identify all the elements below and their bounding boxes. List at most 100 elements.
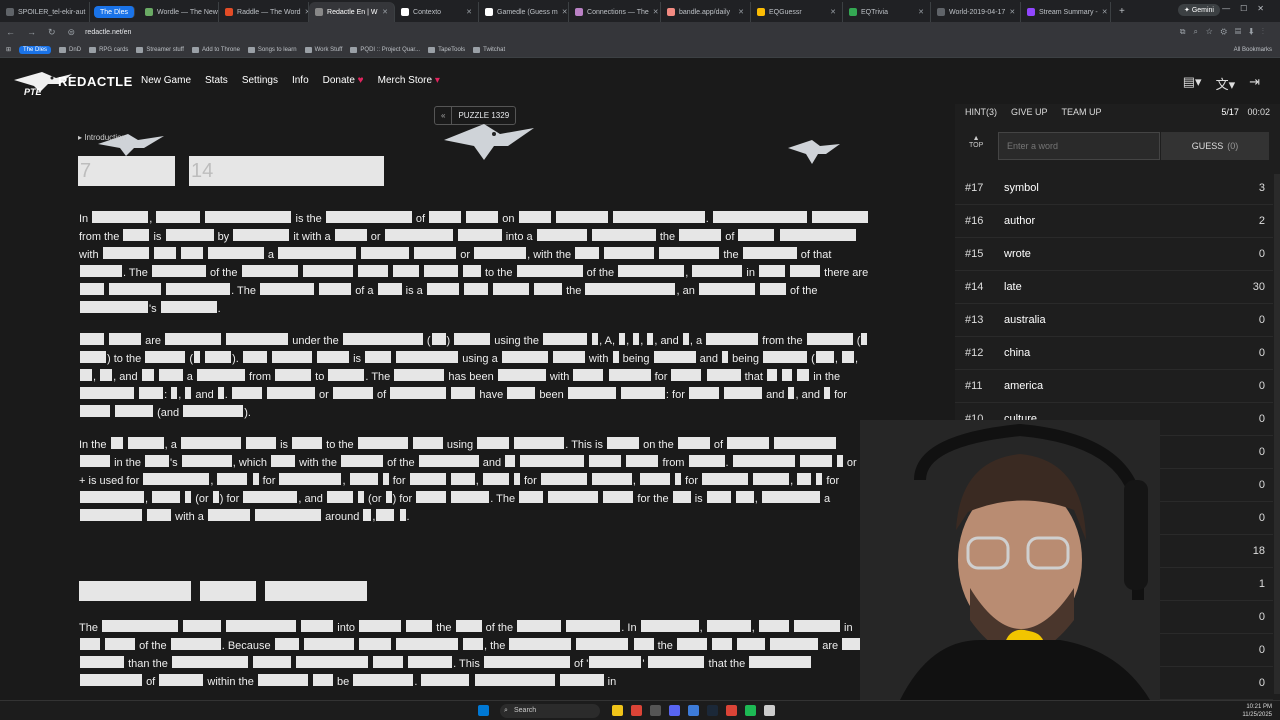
redacted-word[interactable] [431,333,446,345]
redacted-word[interactable] [466,211,499,223]
redacted-word[interactable] [158,369,183,381]
forward-arrow-icon[interactable]: → [21,27,42,37]
guess-input[interactable] [998,132,1160,160]
redacted-word[interactable] [677,437,710,449]
redacted-word[interactable] [296,656,369,668]
redacted-word[interactable] [492,283,529,295]
redacted-word[interactable] [429,211,462,223]
redacted-word[interactable] [409,473,446,485]
browser-tab[interactable]: EQTrivia ✕ [843,2,932,22]
browser-tab[interactable]: The Dles [94,6,136,18]
title-word-redacted[interactable]: 14 [189,156,384,186]
redacted-word[interactable] [648,656,705,668]
redacted-word[interactable] [342,333,423,345]
team-up-button[interactable]: TEAM UP [1062,107,1102,117]
redacted-word[interactable] [619,333,626,345]
redacted-word[interactable] [100,369,113,381]
redacted-word[interactable] [317,351,350,363]
browser-toolbar-icons[interactable]: ⧉⌕☆⚙▤⬇⋮ [1180,27,1272,37]
redacted-word[interactable] [385,491,392,503]
redacted-word[interactable] [341,455,384,467]
redacted-word[interactable] [753,473,790,485]
redacted-word[interactable] [80,283,104,295]
redacted-word[interactable] [394,369,445,381]
redacted-word[interactable] [520,455,585,467]
login-icon[interactable]: ⇥ [1249,74,1260,93]
redacted-word[interactable] [271,351,312,363]
redacted-word[interactable] [477,437,510,449]
redacted-word[interactable] [156,211,201,223]
bookmark-item[interactable]: The Dles [19,45,52,54]
close-tab-icon[interactable]: ✕ [378,8,388,16]
redacted-word[interactable] [591,229,656,241]
menu-donate[interactable]: Donate ♥ [323,75,364,86]
redacted-word[interactable] [153,247,176,259]
redacted-word[interactable] [217,387,224,399]
chrome-icon[interactable] [631,705,642,716]
redacted-word[interactable] [779,229,856,241]
url-field[interactable]: redactle.net/en [85,29,131,36]
redacted-word[interactable] [702,473,749,485]
redacted-heading-word[interactable] [200,581,256,601]
redacted-word[interactable] [603,491,634,503]
redacted-word[interactable] [672,491,691,503]
redacted-word[interactable] [688,455,725,467]
bookmark-item[interactable]: Songs to learn [247,46,297,53]
redacted-word[interactable] [92,211,149,223]
bookmark-item[interactable]: Streamer stuff [136,46,184,53]
redacted-word[interactable] [275,369,312,381]
redacted-word[interactable] [80,455,110,467]
menu-stats[interactable]: Stats [205,75,228,86]
redacted-word[interactable] [706,333,759,345]
redacted-word[interactable] [312,674,333,686]
redacted-word[interactable] [243,491,298,503]
redacted-word[interactable] [359,620,402,632]
redacted-word[interactable] [80,387,134,399]
redacted-word[interactable] [349,473,378,485]
guess-row[interactable]: #17 symbol 3 [955,172,1273,205]
redacted-word[interactable] [591,473,632,485]
redacted-word[interactable] [483,656,570,668]
close-tab-icon[interactable]: ✕ [826,8,836,16]
redacted-word[interactable] [358,638,391,650]
system-clock[interactable]: 10:21 PM 11/25/2025 [1242,703,1272,719]
redacted-word[interactable] [80,405,110,417]
redacted-word[interactable] [671,369,702,381]
redacted-word[interactable] [706,369,741,381]
redacted-word[interactable] [451,387,476,399]
guess-row[interactable]: #16 author 2 [955,205,1273,238]
browser-tab[interactable]: Wordle — The New✕ [139,2,220,22]
book-language-icon[interactable]: ▤▾ [1183,74,1202,93]
redacted-word[interactable] [573,369,604,381]
redacted-word[interactable] [618,265,685,277]
redacted-word[interactable] [399,509,406,521]
redacted-word[interactable] [328,369,365,381]
close-tab-icon[interactable]: ✕ [462,8,472,16]
redacted-word[interactable] [676,638,707,650]
redacted-word[interactable] [505,455,516,467]
redacted-word[interactable] [181,455,232,467]
redacted-word[interactable] [682,333,689,345]
redacted-word[interactable] [334,229,367,241]
redacted-word[interactable] [80,674,142,686]
redacted-word[interactable] [806,333,853,345]
close-tab-icon[interactable]: ✕ [85,8,89,16]
redacted-word[interactable] [205,351,232,363]
bookmark-item[interactable]: TapeTools [428,46,465,53]
scroll-top-button[interactable]: ▲ TOP [969,135,983,149]
redacted-word[interactable] [727,437,770,449]
guess-list-scrollbar[interactable] [1274,174,1280,694]
app-icon[interactable] [764,705,775,716]
redacted-word[interactable] [226,620,297,632]
redacted-word[interactable] [143,473,210,485]
redacted-word[interactable] [301,620,334,632]
redacted-word[interactable] [279,473,342,485]
redacted-word[interactable] [145,351,186,363]
redacted-word[interactable] [759,265,786,277]
give-up-button[interactable]: GIVE UP [1011,107,1048,117]
redacted-word[interactable] [462,638,483,650]
redacted-word[interactable] [732,455,795,467]
redacted-word[interactable] [102,247,149,259]
redacted-word[interactable] [518,211,551,223]
redacted-word[interactable] [212,491,219,503]
